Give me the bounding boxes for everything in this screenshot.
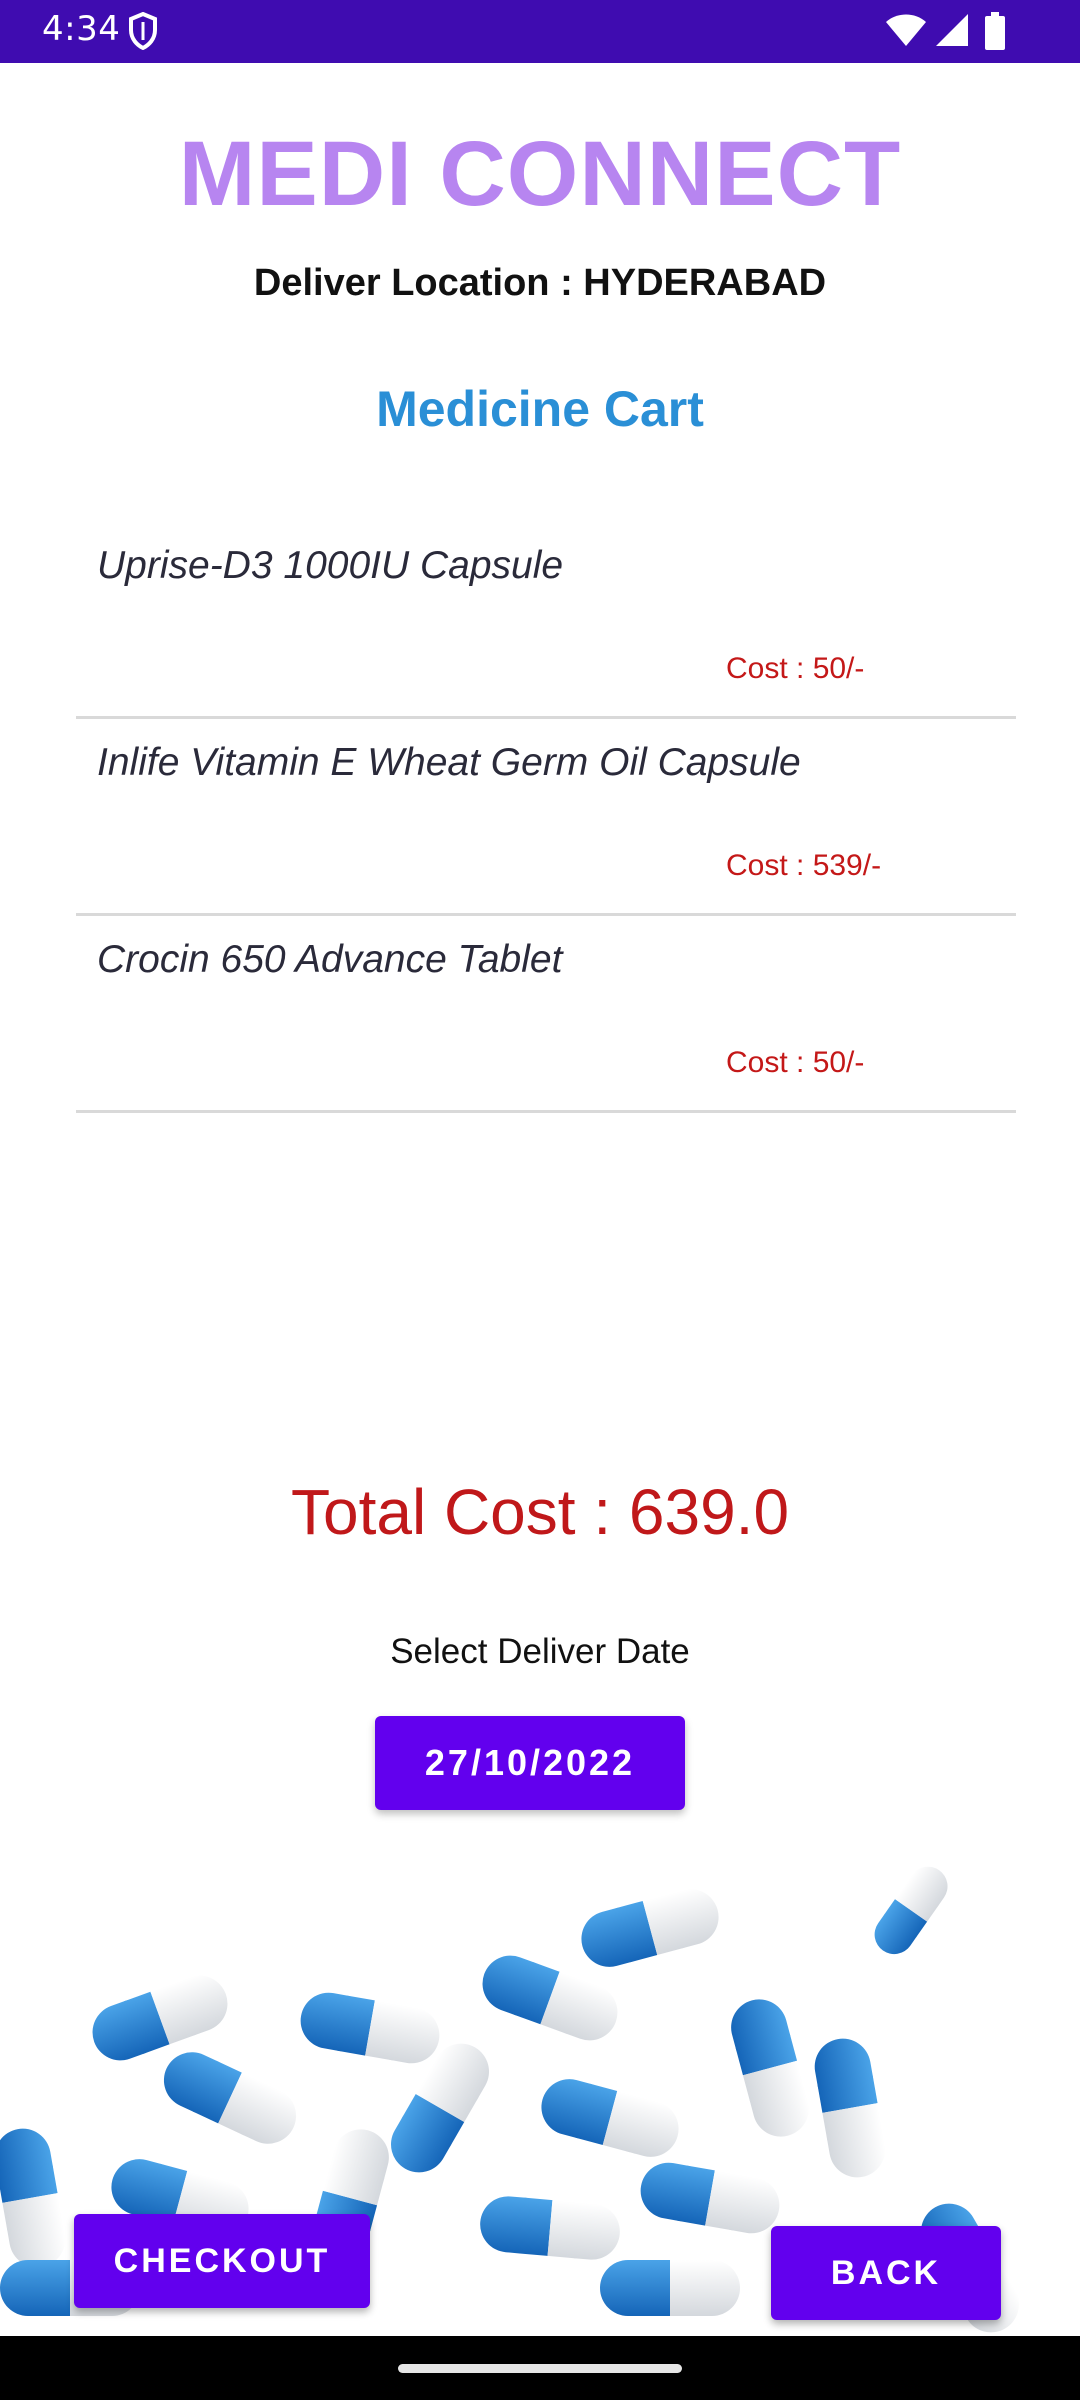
status-time: 4:34: [42, 9, 121, 49]
cart-item[interactable]: Crocin 650 Advance Tablet Cost : 50/-: [76, 916, 1016, 1113]
deliver-location: Deliver Location : HYDERABAD: [253, 262, 827, 304]
back-button[interactable]: BACK: [771, 2226, 1001, 2320]
item-cost: Cost : 539/-: [726, 849, 882, 882]
checkout-button[interactable]: CHECKOUT: [74, 2214, 370, 2308]
delivery-date-button[interactable]: 27/10/2022: [375, 1716, 685, 1810]
signal-icon: [936, 14, 968, 46]
select-date-label: Select Deliver Date: [390, 1632, 690, 1671]
item-name: Uprise-D3 1000IU Capsule: [97, 544, 564, 587]
wifi-icon: [886, 14, 926, 46]
status-bar: 4:34: [0, 0, 1080, 63]
home-indicator[interactable]: [398, 2364, 682, 2373]
cart-list: Uprise-D3 1000IU Capsule Cost : 50/- Inl…: [76, 522, 1016, 1113]
cart-heading: Medicine Cart: [376, 381, 704, 437]
cart-item[interactable]: Inlife Vitamin E Wheat Germ Oil Capsule …: [76, 719, 1016, 916]
item-name: Crocin 650 Advance Tablet: [97, 938, 563, 981]
item-cost: Cost : 50/-: [726, 1046, 865, 1079]
total-cost: Total Cost : 639.0: [290, 1476, 790, 1548]
shield-icon: [129, 12, 157, 50]
item-name: Inlife Vitamin E Wheat Germ Oil Capsule: [97, 741, 801, 784]
battery-icon: [985, 12, 1005, 50]
app-title: MEDI CONNECT: [178, 123, 902, 225]
item-cost: Cost : 50/-: [726, 652, 865, 685]
cart-item[interactable]: Uprise-D3 1000IU Capsule Cost : 50/-: [76, 522, 1016, 719]
